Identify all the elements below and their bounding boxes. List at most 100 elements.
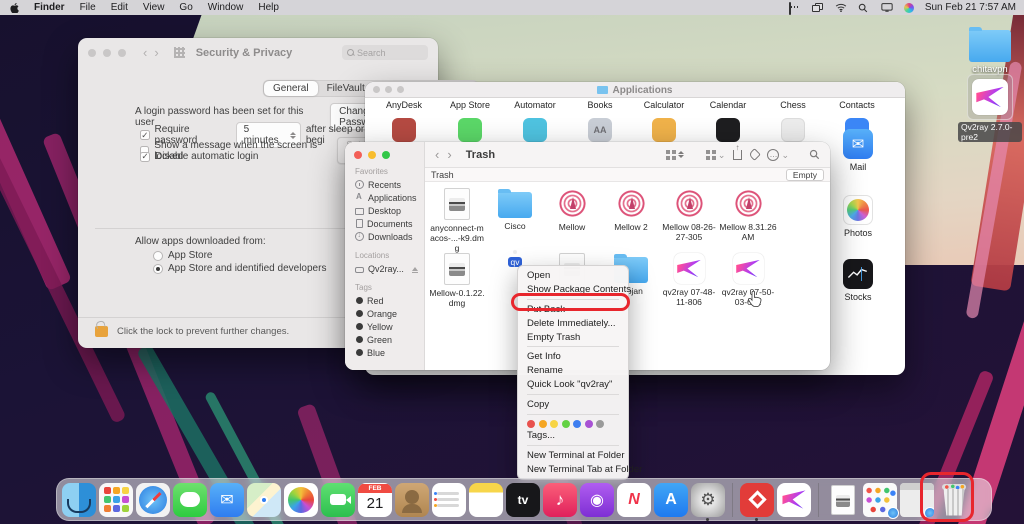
- menu-item-view[interactable]: View: [143, 2, 165, 13]
- tab-general[interactable]: General: [264, 81, 318, 96]
- empty-trash-button[interactable]: Empty: [786, 169, 824, 181]
- dock-appstore-icon[interactable]: A: [654, 483, 688, 517]
- dock-tv-icon[interactable]: tv: [506, 483, 540, 517]
- disable-auto-login-checkbox[interactable]: ✓: [140, 152, 150, 162]
- search-icon[interactable]: [809, 149, 820, 160]
- menu-item-window[interactable]: Window: [208, 2, 244, 13]
- more-actions-icon[interactable]: …⌄: [767, 149, 789, 161]
- dock-applications-stack-icon[interactable]: [863, 483, 897, 517]
- zoom-button[interactable]: [382, 151, 390, 159]
- menu-item-new-terminal[interactable]: New Terminal at Folder: [518, 449, 628, 463]
- app-icon[interactable]: [458, 118, 482, 142]
- app-label-automator[interactable]: Automator: [504, 100, 566, 110]
- dock-podcasts-icon[interactable]: ◉: [580, 483, 614, 517]
- dock-messages-icon[interactable]: [173, 483, 207, 517]
- tag-red-icon[interactable]: [527, 420, 535, 428]
- menu-item-go[interactable]: Go: [179, 2, 192, 13]
- identified-developers-radio[interactable]: [153, 264, 163, 274]
- zoom-button[interactable]: [118, 49, 126, 57]
- icon-view-sort-icon[interactable]: [666, 150, 684, 160]
- tag-green-icon[interactable]: [562, 420, 570, 428]
- eject-icon[interactable]: [412, 267, 418, 271]
- menu-item-put-back[interactable]: Put Back: [518, 303, 628, 317]
- file-mellow-am[interactable]: Mellow 8.31.26 AM: [719, 188, 777, 242]
- back-icon[interactable]: ‹: [435, 150, 439, 160]
- dock-news-icon[interactable]: N: [617, 483, 651, 517]
- font-book-icon[interactable]: AA: [588, 118, 612, 142]
- windows-icon[interactable]: [812, 3, 824, 13]
- file-mellow[interactable]: Mellow: [543, 188, 601, 232]
- wifi-icon[interactable]: [835, 3, 847, 13]
- desktop-icon-qv2ray[interactable]: Qv2ray 2.7.0-pre2: [958, 74, 1022, 142]
- app-icon[interactable]: [781, 118, 805, 142]
- back-icon[interactable]: ‹: [143, 48, 147, 58]
- dock-facetime-icon[interactable]: [321, 483, 355, 517]
- siri-icon[interactable]: [904, 3, 914, 13]
- group-view-icon[interactable]: ⌄: [706, 150, 726, 160]
- sidebar-tag-orange[interactable]: Orange: [345, 307, 424, 320]
- sidebar-tag-blue[interactable]: Blue: [345, 346, 424, 359]
- search-field[interactable]: Search: [342, 45, 428, 60]
- file-mellow-dmg[interactable]: Mellow-0.1.22.dmg: [428, 253, 486, 308]
- app-label-chess[interactable]: Chess: [762, 100, 824, 110]
- app-label-anydesk[interactable]: AnyDesk: [373, 100, 435, 110]
- minimize-button[interactable]: [368, 151, 376, 159]
- sidebar-item-recents[interactable]: Recents: [345, 178, 424, 191]
- stocks-app-icon[interactable]: [843, 259, 873, 289]
- search-icon[interactable]: [858, 3, 870, 13]
- dock-reminders-icon[interactable]: [432, 483, 466, 517]
- dock-trash-icon[interactable]: [937, 483, 971, 517]
- file-qv2ray-0748[interactable]: qv2ray 07-48-11-806: [660, 253, 718, 307]
- unlocked-padlock-icon[interactable]: [95, 326, 108, 337]
- dock-contacts-icon[interactable]: [395, 483, 429, 517]
- share-icon[interactable]: [733, 150, 742, 160]
- app-icon[interactable]: [652, 118, 676, 142]
- forward-icon[interactable]: ›: [447, 150, 451, 160]
- sidebar-item-downloads[interactable]: Downloads: [345, 230, 424, 243]
- dock-disk-image-icon[interactable]: [826, 483, 860, 517]
- file-anyconnect-dmg[interactable]: anyconnect-macos-...-k9.dmg: [428, 188, 486, 254]
- menu-item-copy[interactable]: Copy: [518, 397, 628, 411]
- sidebar-item-documents[interactable]: Documents: [345, 217, 424, 230]
- sidebar-tag-yellow[interactable]: Yellow: [345, 320, 424, 333]
- keyboard-icon[interactable]: [789, 3, 801, 13]
- dock-launchpad-icon[interactable]: [99, 483, 133, 517]
- dock-qv2ray-icon[interactable]: [777, 483, 811, 517]
- sidebar-item-qv2ray-disk[interactable]: Qv2ray...: [345, 262, 424, 275]
- close-button[interactable]: [354, 151, 362, 159]
- menu-item-finder[interactable]: Finder: [34, 2, 65, 13]
- dock-anydesk-icon[interactable]: [740, 483, 774, 517]
- menu-item-edit[interactable]: Edit: [111, 2, 128, 13]
- tag-blue-icon[interactable]: [573, 420, 581, 428]
- minimize-button[interactable]: [103, 49, 111, 57]
- dock-mail-icon[interactable]: ✉: [210, 483, 244, 517]
- apple-menu-icon[interactable]: [10, 3, 19, 13]
- display-icon[interactable]: [881, 3, 893, 13]
- app-icon[interactable]: [716, 118, 740, 142]
- menu-item-show-package-contents[interactable]: Show Package Contents: [518, 283, 628, 297]
- file-mellow-08[interactable]: Mellow 08-26-27-305: [660, 188, 718, 242]
- dock-photos-icon[interactable]: [284, 483, 318, 517]
- tag-yellow-icon[interactable]: [550, 420, 558, 428]
- menu-bar-clock[interactable]: Sun Feb 21 7:57 AM: [925, 2, 1016, 13]
- dock-safari-icon[interactable]: [136, 483, 170, 517]
- dock-notes-icon[interactable]: [469, 483, 503, 517]
- tag-icon[interactable]: [750, 150, 759, 159]
- photos-app-icon[interactable]: [843, 195, 873, 225]
- mail-app-icon[interactable]: ✉: [843, 129, 873, 159]
- sidebar-item-desktop[interactable]: Desktop: [345, 204, 424, 217]
- dock-minimized-window-icon[interactable]: [900, 483, 934, 517]
- app-label-contacts[interactable]: Contacts: [826, 100, 888, 110]
- menu-item-rename[interactable]: Rename: [518, 364, 628, 378]
- sidebar-item-applications[interactable]: Applications: [345, 191, 424, 204]
- forward-icon[interactable]: ›: [154, 48, 158, 58]
- menu-item-get-info[interactable]: Get Info: [518, 350, 628, 364]
- app-store-radio[interactable]: [153, 251, 163, 261]
- menu-item-empty-trash[interactable]: Empty Trash: [518, 330, 628, 344]
- dock-finder-icon[interactable]: [62, 483, 96, 517]
- file-mellow-2[interactable]: Mellow 2: [602, 188, 660, 232]
- tag-gray-icon[interactable]: [596, 420, 604, 428]
- menu-item-help[interactable]: Help: [258, 2, 279, 13]
- menu-item-delete-immediately[interactable]: Delete Immediately...: [518, 316, 628, 330]
- app-label-books[interactable]: Books: [569, 100, 631, 110]
